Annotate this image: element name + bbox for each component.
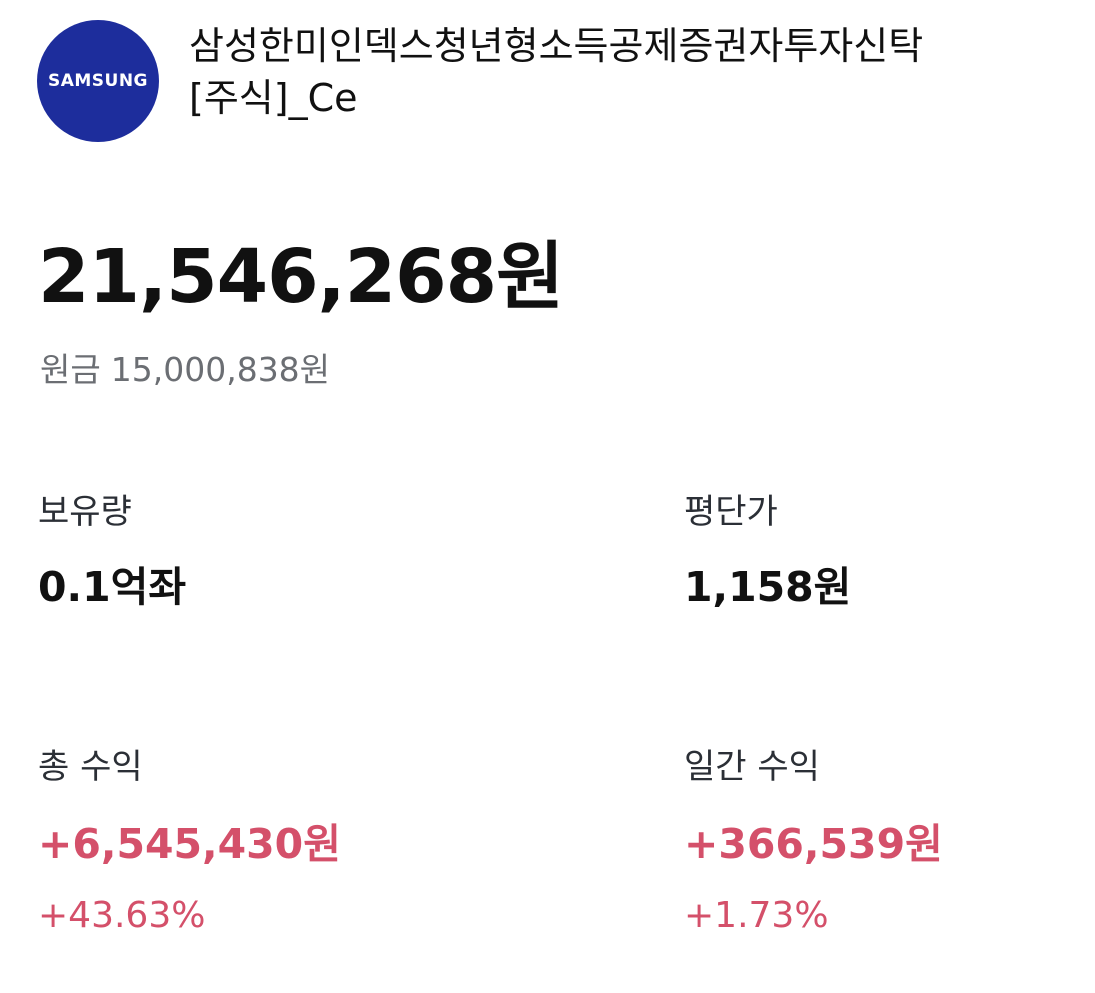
daily-return-value: +366,539원 xyxy=(684,820,943,868)
quantity-value: 0.1억좌 xyxy=(38,563,187,611)
total-return-value: +6,545,430원 xyxy=(38,820,341,868)
fund-header: SAMSUNG 삼성한미인덱스청년형소득공제증권자투자신탁[주식]_Ce xyxy=(37,20,1067,142)
logo-wordmark: SAMSUNG xyxy=(47,71,149,91)
daily-return-label: 일간 수익 xyxy=(684,747,820,787)
valuation-amount: 21,546,268원 xyxy=(38,234,564,320)
total-return-label: 총 수익 xyxy=(38,747,143,787)
fund-title: 삼성한미인덱스청년형소득공제증권자투자신탁[주식]_Ce xyxy=(189,24,924,120)
samsung-logo: SAMSUNG xyxy=(37,20,159,142)
quantity-label: 보유량 xyxy=(38,492,132,532)
principal-label: 원금 xyxy=(40,350,101,389)
principal-row: 원금 15,000,838원 xyxy=(40,348,330,392)
principal-value: 15,000,838원 xyxy=(110,350,331,389)
total-return-percent: +43.63% xyxy=(38,895,206,936)
avg-price-label: 평단가 xyxy=(684,492,778,532)
daily-return-percent: +1.73% xyxy=(684,895,829,936)
avg-price-value: 1,158원 xyxy=(684,563,852,611)
